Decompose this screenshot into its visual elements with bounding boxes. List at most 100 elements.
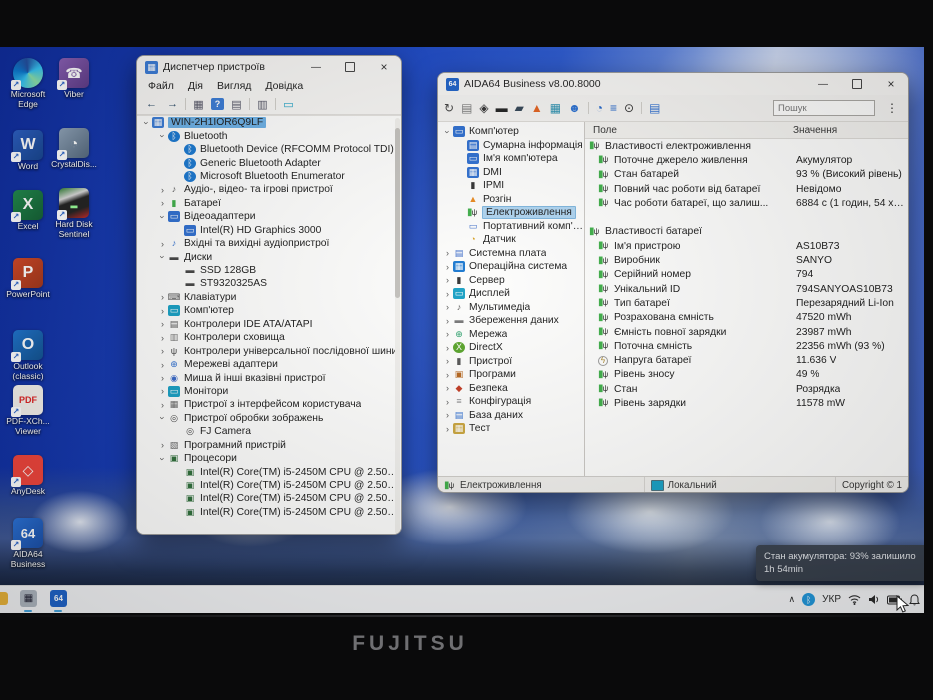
desktop-icon-outlook[interactable]: O ↗ Outlook (classic) (0, 330, 56, 381)
properties-icon[interactable]: ▤ (228, 97, 245, 112)
maximize-button[interactable] (840, 73, 874, 95)
tree-item[interactable]: › ▧ Програмний пристрій (137, 439, 401, 452)
display-icon[interactable]: ▰ (515, 102, 524, 114)
chevron-collapsed-icon[interactable]: › (442, 370, 453, 380)
chevron-collapsed-icon[interactable]: › (157, 198, 168, 208)
tree-item[interactable]: › ♪ Аудіо-, відео- та ігрові пристрої (137, 183, 401, 196)
desktop-icon-hd-sentinel[interactable]: ▂ ↗ Hard Disk Sentinel (46, 188, 102, 239)
timer-icon[interactable]: ⊙ (624, 102, 634, 114)
benchmark-icon[interactable]: ▦ (550, 102, 561, 114)
field-row[interactable]: Рівень зносу 49 % (585, 368, 908, 382)
tree-item[interactable]: ▭ Портативний комп'юте (438, 220, 584, 234)
field-row[interactable]: Напруга батареї 11.636 V (585, 353, 908, 367)
chevron-collapsed-icon[interactable]: › (157, 386, 168, 396)
tree-item[interactable]: Електроживлення (438, 206, 584, 220)
console-icon[interactable]: ▦ (190, 97, 207, 112)
scrollbar-thumb[interactable] (395, 128, 400, 298)
chevron-expanded-icon[interactable]: › (158, 131, 168, 142)
field-row[interactable]: Серійний номер 794 (585, 268, 908, 282)
chevron-expanded-icon[interactable]: › (142, 117, 152, 128)
search-input[interactable] (773, 100, 875, 116)
device-manager-scrollbar[interactable] (395, 118, 400, 534)
tree-item[interactable]: › ▤ Системна плата (438, 247, 584, 261)
tree-item[interactable]: › ▬ Збереження даних (438, 314, 584, 328)
tree-item[interactable]: › ◉ Миша й інші вказівні пристрої (137, 371, 401, 384)
field-row[interactable]: Ім'я пристрою AS10B73 (585, 239, 908, 253)
menu-item-3[interactable]: Довідка (258, 80, 310, 92)
tree-item[interactable]: › ♪ Вхідні та вихідні аудіопристрої (137, 237, 401, 250)
chevron-expanded-icon[interactable]: › (158, 453, 168, 464)
minimize-button[interactable]: — (806, 73, 840, 95)
tree-item[interactable]: › ψ Контролери універсальної послідовної ш… (137, 344, 401, 357)
chevron-expanded-icon[interactable]: › (443, 126, 453, 137)
user-icon[interactable]: ☻ (568, 102, 581, 114)
field-row[interactable]: Час роботи батареї, що залиш... 6884 с (1… (585, 196, 908, 210)
tree-item[interactable]: › ▭ Монітори (137, 385, 401, 398)
folder-taskbar-icon[interactable] (0, 592, 8, 605)
tree-item[interactable]: ▤ Сумарна інформація (438, 139, 584, 153)
device-manager-titlebar[interactable]: ▦ Диспетчер пристроїв — × (137, 56, 401, 78)
burn-icon[interactable]: ▲ (531, 102, 543, 114)
maximize-button[interactable] (333, 56, 367, 78)
tree-item[interactable]: ᛒ Bluetooth Device (RFCOMM Protocol TDI) (137, 143, 401, 156)
tree-item[interactable]: › ▤ Контролери IDE ATA/ATAPI (137, 318, 401, 331)
chevron-collapsed-icon[interactable]: › (157, 306, 168, 316)
desktop-icon-crystaldisk[interactable]: ◔ ↗ CrystalDis... (46, 128, 102, 170)
tree-item[interactable]: › ▦ Операційна система (438, 260, 584, 274)
field-row[interactable]: Рівень зарядки 11578 mW (585, 396, 908, 410)
notification-bell-icon[interactable] (909, 593, 920, 606)
tree-item[interactable]: › ◆ Безпека (438, 382, 584, 396)
bluetooth-tray-icon[interactable]: ᛒ (802, 593, 816, 606)
field-row[interactable]: Розрахована ємність 47520 mWh (585, 311, 908, 325)
tree-item[interactable]: › ▭ Комп'ютер (137, 304, 401, 317)
field-row[interactable]: Стан Розрядка (585, 382, 908, 396)
chevron-collapsed-icon[interactable]: › (442, 410, 453, 420)
video-icon[interactable]: ◈ (479, 102, 488, 114)
tree-item[interactable]: ▬ ST9320325AS (137, 277, 401, 290)
chevron-collapsed-icon[interactable]: › (157, 333, 168, 343)
chevron-collapsed-icon[interactable]: › (157, 400, 168, 410)
kebab-menu-icon[interactable]: ⋮ (882, 101, 902, 115)
field-row[interactable]: Властивості електроживлення (585, 139, 908, 153)
menu-item-2[interactable]: Вигляд (210, 80, 258, 92)
database-icon[interactable]: ≡ (610, 102, 617, 114)
tree-item[interactable]: ▲ Розгін (438, 193, 584, 207)
chevron-collapsed-icon[interactable]: › (157, 185, 168, 195)
field-row[interactable]: Стан батарей 93 % (Високий рівень) (585, 168, 908, 182)
desktop-icon-viber[interactable]: ☎ ↗ Viber (46, 58, 102, 100)
tree-item[interactable]: ▬ SSD 128GB (137, 264, 401, 277)
tree-item[interactable]: ▣ Intel(R) Core(TM) i5-2450M CPU @ 2.50GH… (137, 506, 401, 519)
chevron-expanded-icon[interactable]: › (158, 211, 168, 222)
back-arrow-icon[interactable]: ← (143, 97, 160, 112)
tree-item[interactable]: › ▣ Програми (438, 368, 584, 382)
tree-item[interactable]: › ▭ Дисплей (438, 287, 584, 301)
tree-item[interactable]: › ≡ Конфігурація (438, 395, 584, 409)
chevron-collapsed-icon[interactable]: › (442, 248, 453, 258)
language-indicator[interactable]: УКР (822, 594, 841, 605)
tree-item[interactable]: ▣ Intel(R) Core(TM) i5-2450M CPU @ 2.50GH… (137, 465, 401, 478)
tree-item[interactable]: › ♪ Мультимедіа (438, 301, 584, 315)
tree-item[interactable]: ◎ FJ Camera (137, 425, 401, 438)
tree-item[interactable]: › ▬ Диски (137, 250, 401, 263)
desktop-icon-anydesk[interactable]: ◇ ↗ AnyDesk (0, 455, 56, 497)
print-icon[interactable]: ▥ (254, 97, 271, 112)
chevron-collapsed-icon[interactable]: › (442, 356, 453, 366)
field-row[interactable]: Поточна ємність 22356 mWh (93 %) (585, 339, 908, 353)
tree-item[interactable]: ◔ Датчик (438, 233, 584, 247)
chevron-collapsed-icon[interactable]: › (157, 239, 168, 249)
chevron-collapsed-icon[interactable]: › (442, 397, 453, 407)
volume-icon[interactable] (868, 594, 880, 605)
chevron-collapsed-icon[interactable]: › (442, 383, 453, 393)
tree-item[interactable]: › ᛒ Bluetooth (137, 129, 401, 142)
chevron-collapsed-icon[interactable]: › (157, 292, 168, 302)
chevron-expanded-icon[interactable]: › (158, 252, 168, 263)
aida64-taskbar-icon[interactable]: 64 (50, 590, 67, 607)
tree-item[interactable]: › ▦ WIN-2H1IOR6Q9LF (137, 116, 401, 129)
tree-item[interactable]: › X DirectX (438, 341, 584, 355)
tree-item[interactable]: › ▭ Комп'ютер (438, 125, 584, 139)
tree-item[interactable]: › ▦ Пристрої з інтерфейсом користувача (137, 398, 401, 411)
tree-item[interactable]: ᛒ Generic Bluetooth Adapter (137, 156, 401, 169)
chevron-collapsed-icon[interactable]: › (442, 329, 453, 339)
chevron-collapsed-icon[interactable]: › (442, 289, 453, 299)
field-row[interactable]: Повний час роботи від батареї Невідомо (585, 182, 908, 196)
